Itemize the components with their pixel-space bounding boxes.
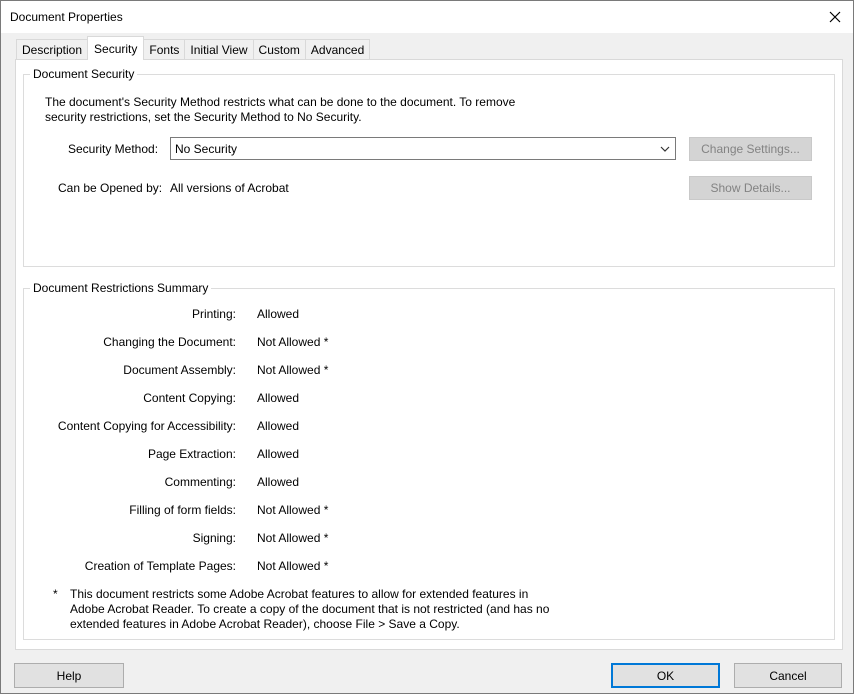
close-icon [829,11,841,23]
ok-button[interactable]: OK [611,663,720,688]
restriction-value: Not Allowed * [257,335,329,349]
title-bar: Document Properties [1,1,853,33]
restriction-label: Content Copying for Accessibility: [57,419,236,433]
restriction-value: Not Allowed * [257,503,329,517]
tab-security[interactable]: Security [87,36,145,60]
footnote-text: This document restricts some Adobe Acrob… [70,587,550,631]
cancel-button[interactable]: Cancel [734,663,842,688]
restriction-label: Commenting: [164,475,236,489]
restriction-label: Page Extraction: [147,447,236,461]
tab-advanced[interactable]: Advanced [304,39,371,60]
security-tab-panel: Document Security The document's Securit… [15,59,843,650]
document-restrictions-group: Document Restrictions Summary Printing: … [23,281,835,640]
tab-strip: Description Security Fonts Initial View … [16,36,371,60]
security-description: The document's Security Method restricts… [45,95,516,124]
tab-label: Advanced [310,43,365,57]
security-method-value: No Security [175,141,238,156]
restriction-label: Printing: [191,307,236,321]
restriction-value: Allowed [257,391,300,405]
tab-custom[interactable]: Custom [252,39,306,60]
restriction-label: Creation of Template Pages: [84,559,236,573]
restriction-label: Changing the Document: [103,335,236,349]
restriction-value: Allowed [257,447,300,461]
restriction-value: Not Allowed * [257,559,329,573]
opened-by-value: All versions of Acrobat [170,181,289,195]
tab-initial-view[interactable]: Initial View [184,39,254,60]
tab-label: Fonts [149,43,180,57]
change-settings-button[interactable]: Change Settings... [689,137,812,161]
footnote-marker: * [53,587,58,601]
show-details-button[interactable]: Show Details... [689,176,812,200]
restriction-label: Filling of form fields: [129,503,236,517]
restriction-value: Allowed [257,419,300,433]
document-security-group: Document Security The document's Securit… [23,67,835,267]
security-method-label: Security Method: [68,142,159,156]
chevron-down-icon [657,141,672,156]
restriction-value: Not Allowed * [257,531,329,545]
restriction-value: Allowed [257,475,300,489]
restriction-label: Signing: [192,531,236,545]
tab-label: Custom [258,43,300,57]
restriction-label: Content Copying: [143,391,236,405]
tab-fonts[interactable]: Fonts [143,39,186,60]
group-legend: Document Security [30,67,138,81]
restriction-value: Not Allowed * [257,363,329,377]
dialog-title: Document Properties [10,10,123,24]
security-method-select[interactable]: No Security [170,137,676,160]
tab-description[interactable]: Description [16,39,89,60]
tab-label: Security [94,41,138,56]
document-properties-dialog: Document Properties Description Security… [0,0,854,694]
restriction-value: Allowed [257,307,300,321]
tab-label: Description [22,43,83,57]
close-button[interactable] [823,5,847,29]
tab-label: Initial View [190,43,248,57]
restriction-label: Document Assembly: [123,363,236,377]
group-legend: Document Restrictions Summary [30,281,212,295]
opened-by-label: Can be Opened by: [58,181,163,195]
help-button[interactable]: Help [14,663,124,688]
